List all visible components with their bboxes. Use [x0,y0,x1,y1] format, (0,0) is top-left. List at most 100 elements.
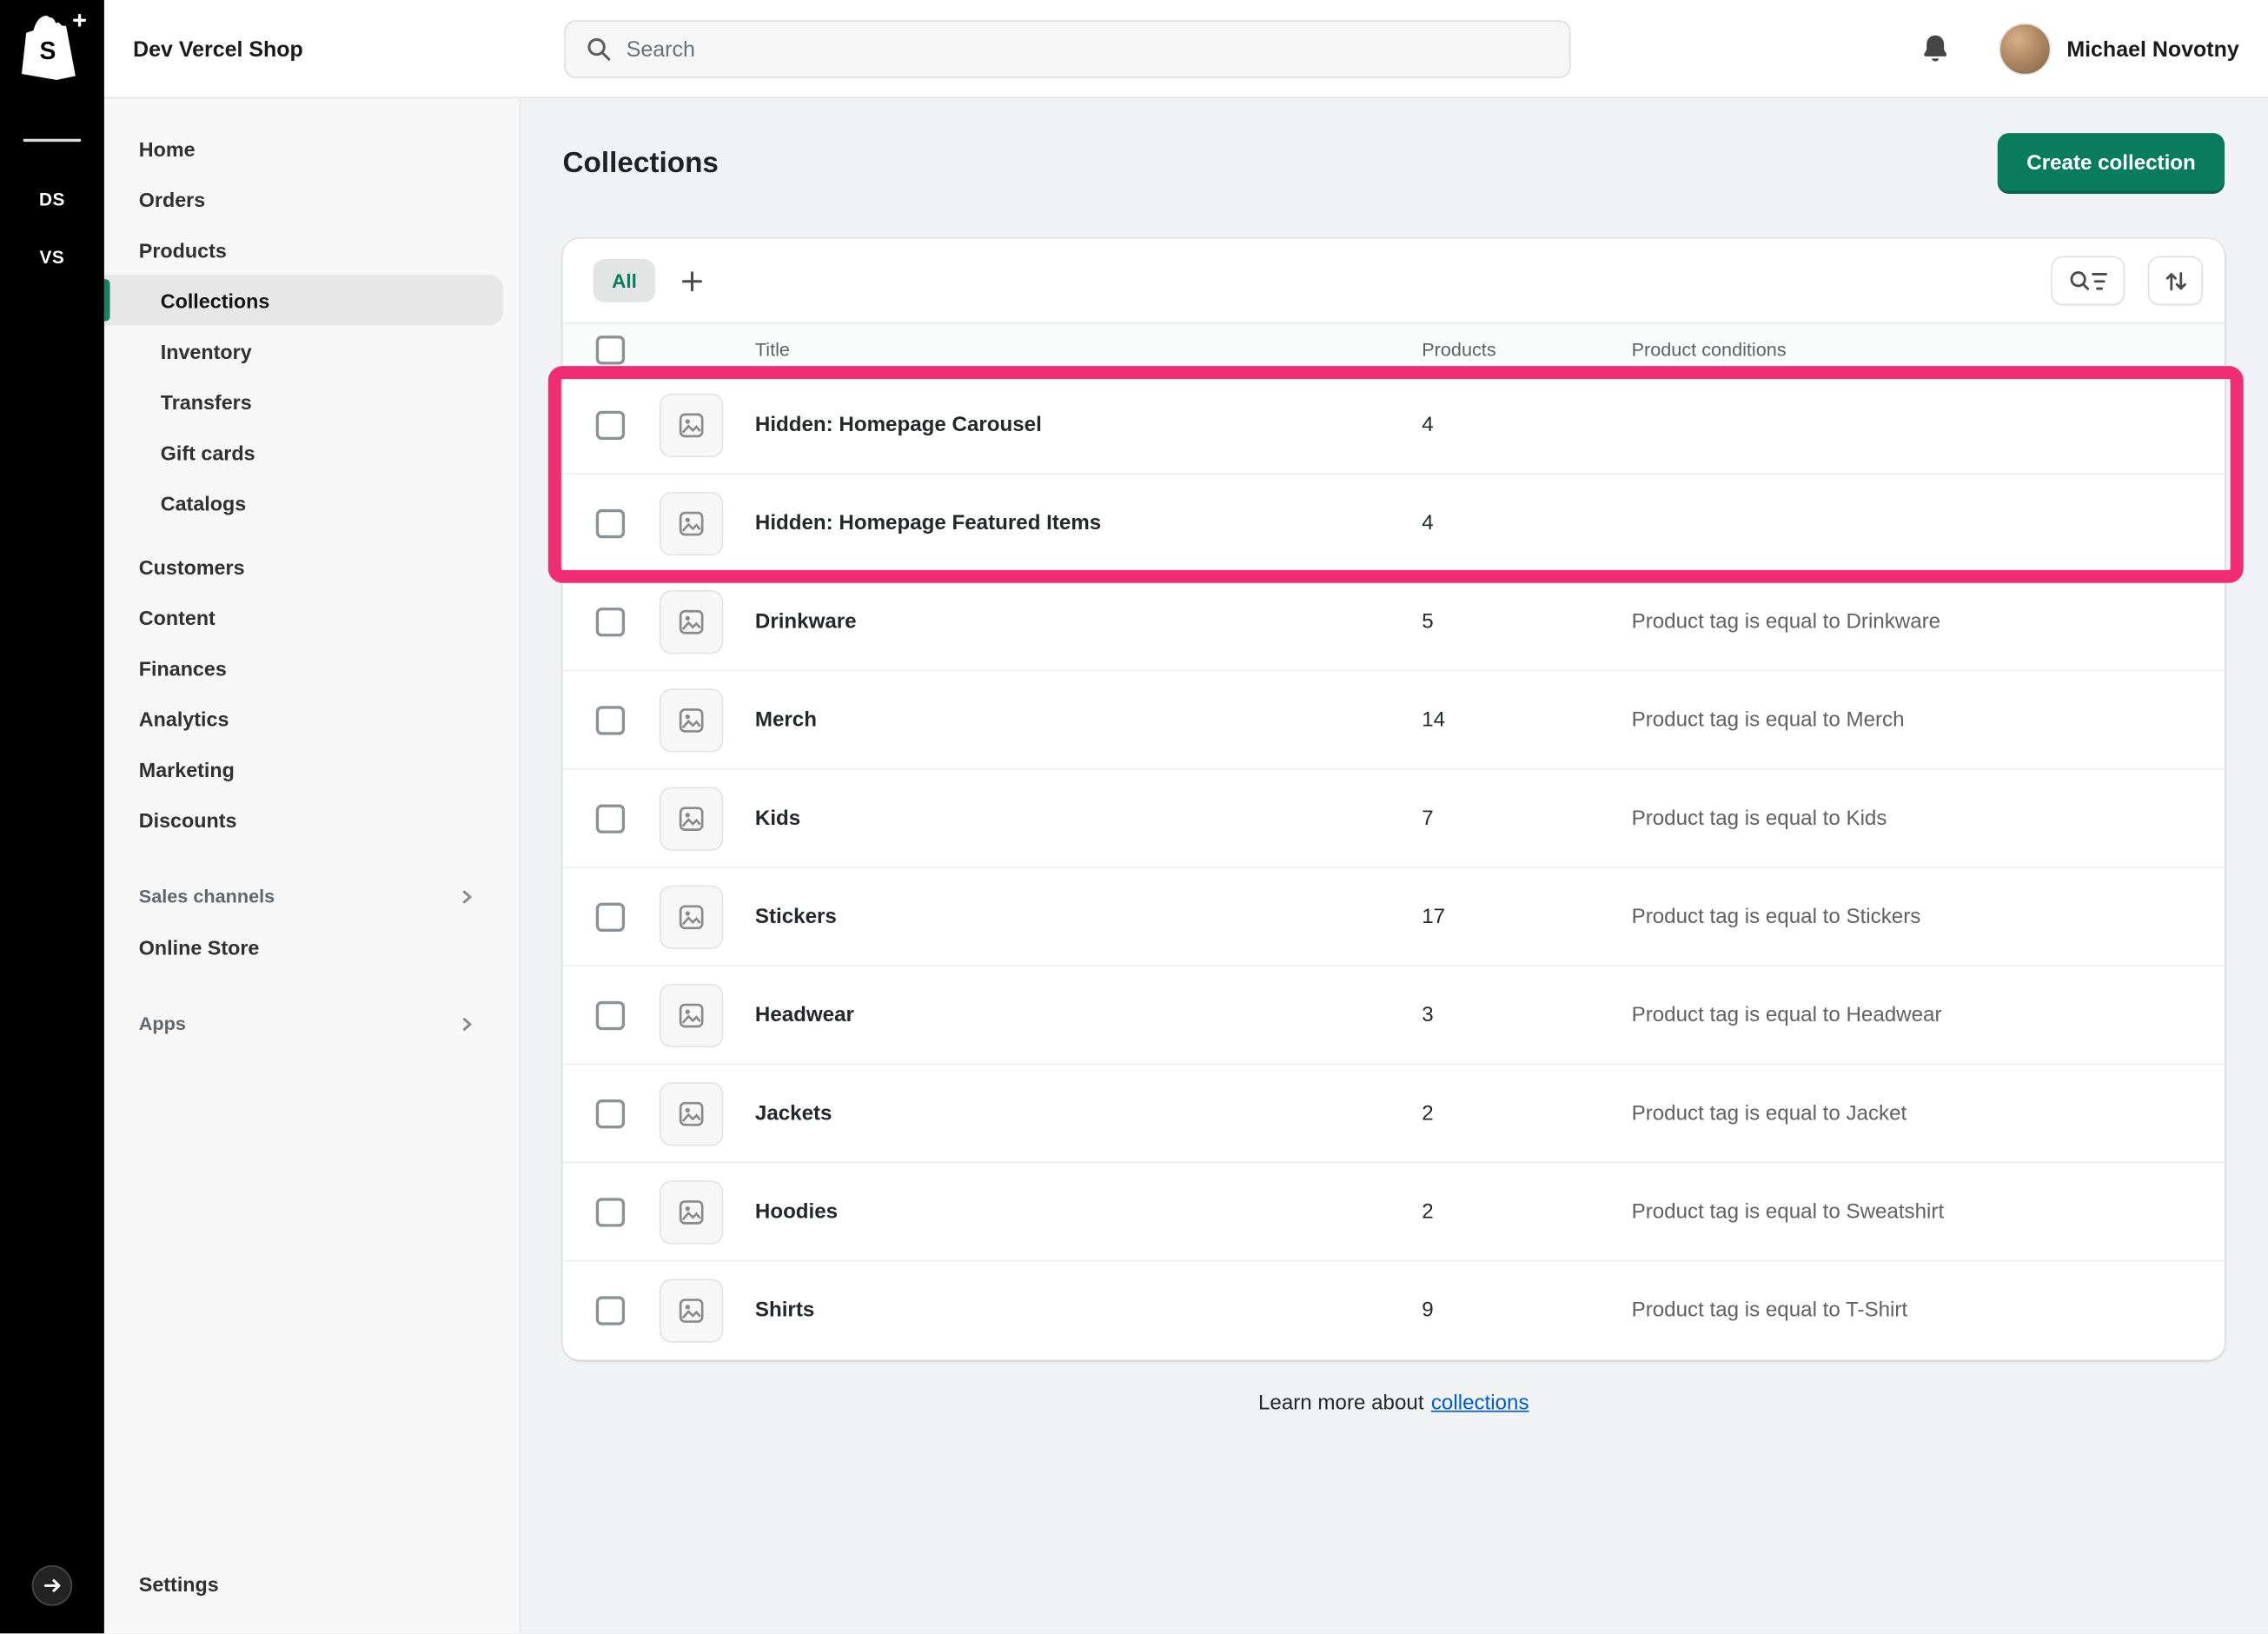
plus-icon [680,269,704,293]
collection-title: Hoodies [755,1200,1422,1224]
product-count: 4 [1422,413,1631,436]
sidebar-item-content[interactable]: Content [104,592,520,642]
svg-text:S: S [39,37,56,64]
select-all-checkbox[interactable] [596,335,625,363]
topbar: Dev Vercel Shop Michael Novotny [104,0,2268,98]
collection-thumbnail [660,491,723,555]
row-checkbox[interactable] [596,1099,625,1127]
image-placeholder-icon [677,705,706,734]
product-count: 3 [1422,1003,1631,1026]
learn-more: Learn more about collections [563,1392,2225,1415]
sales-channels-label: Sales channels [139,886,275,907]
sidebar-item-transfers[interactable]: Transfers [104,376,520,427]
row-checkbox[interactable] [596,1296,625,1325]
sidebar-item-inventory[interactable]: Inventory [104,326,520,376]
table-header: Title Products Product conditions [563,322,2225,376]
sidebar-section-sales-channels[interactable]: Sales channels [104,871,520,921]
product-condition: Product tag is equal to Kids [1632,807,2192,830]
sidebar-item-gift-cards[interactable]: Gift cards [104,427,520,477]
product-count: 7 [1422,807,1631,830]
user-name[interactable]: Michael Novotny [2066,37,2238,61]
image-placeholder-icon [677,1000,706,1029]
product-count: 14 [1422,708,1631,732]
product-condition: Product tag is equal to Headwear [1632,1003,2192,1026]
collection-thumbnail [660,1081,723,1145]
add-view-button[interactable] [670,259,713,302]
search-input[interactable] [627,22,1569,76]
table-row[interactable]: Stickers 17 Product tag is equal to Stic… [563,868,2225,966]
collection-title: Stickers [755,905,1422,928]
store-shortcut-ds[interactable]: DS [0,189,104,209]
row-checkbox[interactable] [596,1000,625,1029]
sidebar-item-marketing[interactable]: Marketing [104,744,520,794]
search-icon [586,37,612,63]
sidebar-item-orders[interactable]: Orders [104,174,520,224]
row-checkbox[interactable] [596,1197,625,1226]
product-condition: Product tag is equal to Stickers [1632,905,2192,928]
global-search[interactable] [564,20,1571,78]
sidebar-item-analytics[interactable]: Analytics [104,693,520,743]
column-header-title: Title [755,339,1422,361]
collection-thumbnail [660,885,723,948]
search-filter-icon [2068,269,2107,293]
row-checkbox[interactable] [596,607,625,635]
sidebar-item-discounts[interactable]: Discounts [104,794,520,845]
product-count: 9 [1422,1299,1631,1323]
apps-label: Apps [139,1013,186,1034]
product-count: 4 [1422,511,1631,535]
sidebar-item-customers[interactable]: Customers [104,541,520,592]
collection-title: Kids [755,807,1422,830]
product-condition: Product tag is equal to Drinkware [1632,610,2192,634]
image-placeholder-icon [677,902,706,931]
column-header-products: Products [1422,339,1631,361]
table-row[interactable]: Drinkware 5 Product tag is equal to Drin… [563,573,2225,671]
image-placeholder-icon [677,410,706,439]
sort-button[interactable] [2148,256,2203,306]
sidebar-item-settings[interactable]: Settings [104,1558,518,1609]
learn-more-text: Learn more about [1258,1392,1424,1415]
rail-divider [23,139,82,142]
sidebar-item-home[interactable]: Home [104,123,520,173]
sidebar-section-apps[interactable]: Apps [104,999,520,1049]
product-count: 2 [1422,1102,1631,1126]
collections-link[interactable]: collections [1431,1392,1529,1415]
notifications-button[interactable] [1909,23,1961,76]
search-filter-button[interactable] [2051,256,2125,306]
table-row[interactable]: Hoodies 2 Product tag is equal to Sweats… [563,1163,2225,1261]
store-shortcut-vs[interactable]: VS [0,248,104,268]
table-row[interactable]: Kids 7 Product tag is equal to Kids [563,770,2225,868]
collection-title: Hidden: Homepage Carousel [755,413,1422,436]
sidebar: Home Orders Products Collections Invento… [104,98,521,1633]
table-row[interactable]: Shirts 9 Product tag is equal to T-Shirt [563,1261,2225,1359]
table-row[interactable]: Hidden: Homepage Featured Items 4 [563,475,2225,573]
sidebar-item-products[interactable]: Products [104,224,520,275]
sidebar-item-finances[interactable]: Finances [104,642,520,693]
shopify-logo-icon[interactable]: S [17,11,87,87]
row-checkbox[interactable] [596,508,625,537]
table-row[interactable]: Merch 14 Product tag is equal to Merch [563,671,2225,769]
row-checkbox[interactable] [596,705,625,734]
sidebar-item-catalogs[interactable]: Catalogs [104,477,520,528]
avatar[interactable] [1999,23,2051,76]
row-checkbox[interactable] [596,902,625,931]
product-condition: Product tag is equal to Sweatshirt [1632,1200,2192,1224]
image-placeholder-icon [677,508,706,537]
page-title: Collections [563,147,719,180]
chevron-right-icon [459,1015,476,1033]
collection-title: Headwear [755,1003,1422,1026]
rail-expand-button[interactable] [32,1565,73,1606]
row-checkbox[interactable] [596,804,625,833]
shop-name: Dev Vercel Shop [133,0,303,98]
create-collection-button[interactable]: Create collection [1998,133,2225,194]
table-row[interactable]: Headwear 3 Product tag is equal to Headw… [563,966,2225,1065]
sidebar-item-online-store[interactable]: Online Store [104,921,520,972]
table-row[interactable]: Hidden: Homepage Carousel 4 [563,376,2225,475]
row-checkbox[interactable] [596,410,625,439]
collection-thumbnail [660,393,723,456]
sidebar-item-collections[interactable]: Collections [104,275,503,325]
tab-all[interactable]: All [593,259,655,302]
table-row[interactable]: Jackets 2 Product tag is equal to Jacket [563,1065,2225,1163]
collection-title: Jackets [755,1102,1422,1126]
bell-icon [1920,33,1949,65]
image-placeholder-icon [677,1296,706,1325]
